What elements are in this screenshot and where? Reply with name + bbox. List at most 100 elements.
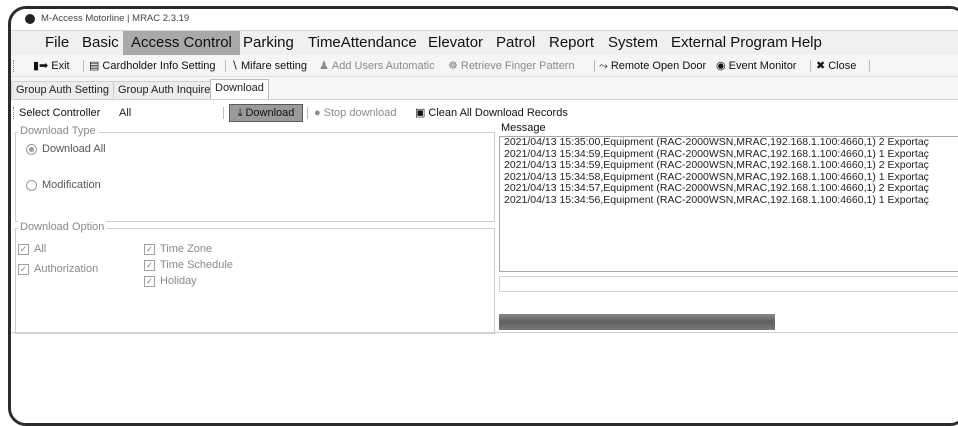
- radio-unselected-icon: [26, 179, 37, 191]
- checkmark-icon: ✓: [144, 275, 155, 287]
- checkmark-icon: ✓: [144, 259, 155, 271]
- toolbar-separator: [594, 60, 595, 72]
- holiday-label: Holiday: [160, 275, 197, 287]
- users-icon: ♟: [319, 60, 329, 73]
- download-type-group: Download Type Download All Modification: [15, 125, 495, 222]
- modification-label: Modification: [42, 179, 101, 191]
- event-monitor-button[interactable]: ◉ Event Monitor: [716, 56, 796, 76]
- download-panel: Select Controller All ▼ ⤓Download ●Stop …: [11, 100, 958, 423]
- trash-icon: ▣: [415, 107, 426, 120]
- radio-selected-icon: [26, 143, 37, 155]
- toolbar-separator: [83, 60, 84, 72]
- authorization-label: Authorization: [34, 263, 99, 275]
- message-line: 2021/04/13 15:34:56,Equipment (RAC-2000W…: [504, 193, 929, 206]
- stop-download-button[interactable]: ● Stop download: [314, 104, 396, 122]
- menu-access-control[interactable]: Access Control: [123, 31, 240, 55]
- message-label: Message: [501, 122, 546, 134]
- toolbar-separator: [225, 60, 226, 72]
- select-controller-value: All: [119, 107, 132, 119]
- toolbar-grip[interactable]: [13, 60, 16, 72]
- close-label: Close: [828, 60, 857, 72]
- title-bar: M-Access Motorline | MRAC 2.3.19: [11, 9, 958, 31]
- time-schedule-label: Time Schedule: [160, 259, 233, 271]
- mifare-label: Mifare setting: [241, 60, 308, 72]
- cardholder-info-button[interactable]: ▤ Cardholder Info Setting: [89, 56, 216, 76]
- retrieve-finger-label: Retrieve Finger Pattern: [460, 60, 575, 72]
- fingerprint-icon: ☸: [448, 60, 458, 73]
- app-window: M-Access Motorline | MRAC 2.3.19 File Ba…: [8, 6, 958, 426]
- menu-time-attendance[interactable]: TimeAttendance: [300, 31, 425, 55]
- tab-strip: Group Auth Setting Group Auth Inquire Do…: [11, 79, 958, 100]
- checkmark-icon: ✓: [144, 243, 155, 255]
- download-label: Download: [245, 107, 295, 119]
- menu-bar: File Basic Access Control Parking TimeAt…: [11, 31, 958, 55]
- menu-basic[interactable]: Basic: [74, 31, 127, 55]
- add-users-button[interactable]: ♟ Add Users Automatic: [319, 56, 435, 76]
- menu-report[interactable]: Report: [541, 31, 602, 55]
- all-label: All: [34, 243, 47, 255]
- message-line: 2021/04/13 15:35:00,Equipment (RAC-2000W…: [504, 136, 929, 148]
- message-line: 2021/04/13 15:34:57,Equipment (RAC-2000W…: [504, 182, 929, 194]
- close-icon: ✖: [816, 60, 826, 73]
- authorization-checkbox[interactable]: ✓ Authorization: [18, 263, 98, 275]
- toolbar-separator: [810, 60, 811, 72]
- menu-external-program[interactable]: External Program: [663, 31, 796, 55]
- download-option-title: Download Option: [18, 221, 107, 233]
- download-toolbar: Select Controller All ▼ ⤓Download ●Stop …: [11, 104, 958, 122]
- mifare-setting-button[interactable]: ∖ Mifare setting: [231, 56, 307, 76]
- menu-system[interactable]: System: [600, 31, 666, 55]
- checkmark-icon: ✓: [18, 263, 29, 275]
- download-all-label: Download All: [42, 143, 106, 155]
- exit-button[interactable]: ▮➡ Exit: [33, 56, 70, 76]
- clean-records-label: Clean All Download Records: [428, 107, 568, 119]
- stop-icon: ●: [314, 107, 321, 120]
- toolbar-separator: [307, 107, 308, 119]
- main-toolbar: ▮➡ Exit ▤ Cardholder Info Setting ∖ Mifare …: [11, 56, 958, 77]
- menu-file[interactable]: File: [37, 31, 77, 55]
- close-button[interactable]: ✖ Close: [816, 56, 856, 76]
- toolbar-separator: [869, 60, 870, 72]
- download-button[interactable]: ⤓ Download: [229, 104, 303, 122]
- window-title: M-Access Motorline | MRAC 2.3.19: [41, 13, 190, 24]
- retrieve-finger-button[interactable]: ☸ Retrieve Finger Pattern: [448, 56, 575, 76]
- stop-download-label: Stop download: [323, 107, 397, 119]
- clean-records-button[interactable]: ▣ Clean All Download Records: [415, 104, 568, 122]
- download-icon: ⤓: [237, 107, 243, 120]
- cardholder-label: Cardholder Info Setting: [102, 60, 216, 72]
- tab-group-auth-inquire[interactable]: Group Auth Inquire: [113, 81, 216, 99]
- select-controller-label: Select Controller: [19, 107, 101, 119]
- holiday-checkbox[interactable]: ✓ Holiday: [144, 275, 197, 287]
- panel-divider: [11, 332, 958, 333]
- tab-group-auth-setting[interactable]: Group Auth Setting: [11, 81, 114, 99]
- download-all-radio[interactable]: Download All: [26, 143, 106, 155]
- select-controller-dropdown[interactable]: All ▼: [119, 106, 239, 120]
- wand-icon: ∖: [231, 60, 239, 73]
- add-users-label: Add Users Automatic: [331, 60, 435, 72]
- id-card-icon: ▤: [89, 60, 100, 73]
- message-line: 2021/04/13 15:34:59,Equipment (RAC-2000W…: [504, 159, 929, 171]
- menu-help[interactable]: Help: [783, 31, 830, 55]
- status-field: [499, 276, 958, 292]
- menu-parking[interactable]: Parking: [235, 31, 302, 55]
- app-icon: [25, 14, 35, 24]
- remote-open-door-button[interactable]: ⤳ Remote Open Door: [599, 56, 706, 76]
- toolbar-separator: [223, 107, 224, 119]
- exit-label: Exit: [51, 60, 70, 72]
- time-zone-label: Time Zone: [160, 243, 213, 255]
- event-monitor-label: Event Monitor: [728, 60, 797, 72]
- eye-icon: ◉: [716, 60, 726, 73]
- tab-download[interactable]: Download: [210, 79, 269, 99]
- time-schedule-checkbox[interactable]: ✓ Time Schedule: [144, 259, 233, 271]
- remote-open-label: Remote Open Door: [610, 60, 707, 72]
- all-checkbox[interactable]: ✓ All: [18, 243, 46, 255]
- download-option-group: Download Option ✓ All ✓ Authorization ✓ Tim…: [15, 221, 495, 334]
- exit-icon: ▮➡: [33, 60, 49, 73]
- door-icon: ⤳: [599, 60, 608, 73]
- message-log[interactable]: 2021/04/13 15:35:00,Equipment (RAC-2000W…: [499, 136, 958, 272]
- menu-patrol[interactable]: Patrol: [488, 31, 543, 55]
- time-zone-checkbox[interactable]: ✓ Time Zone: [144, 243, 212, 255]
- menu-elevator[interactable]: Elevator: [420, 31, 491, 55]
- download-type-title: Download Type: [18, 125, 98, 137]
- subtoolbar-grip[interactable]: [13, 107, 16, 119]
- modification-radio[interactable]: Modification: [26, 179, 101, 191]
